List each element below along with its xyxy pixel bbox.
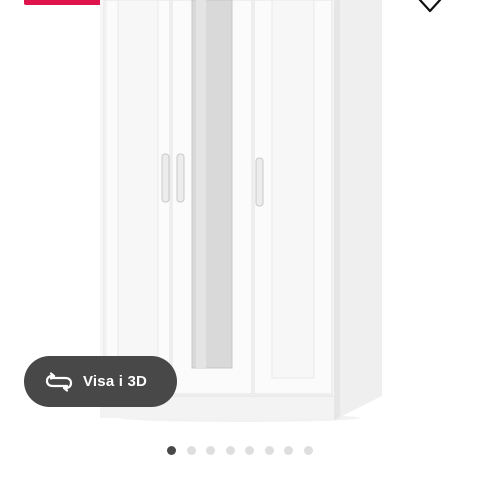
view-in-3d-label: Visa i 3D (83, 373, 148, 390)
carousel-pagination (167, 446, 313, 455)
heart-outline-icon (418, 0, 442, 13)
rotate-3d-icon (45, 371, 73, 393)
carousel-dot[interactable] (167, 446, 176, 455)
carousel-dot[interactable] (186, 446, 196, 455)
view-in-3d-button[interactable]: Visa i 3D (24, 356, 177, 407)
carousel-dot[interactable] (245, 446, 254, 455)
carousel-dot[interactable] (303, 446, 313, 455)
carousel-dot[interactable] (225, 446, 235, 455)
carousel-dot[interactable] (206, 446, 215, 455)
favourite-button[interactable] (412, 0, 448, 16)
carousel-dot[interactable] (284, 446, 293, 455)
carousel-dot[interactable] (264, 446, 274, 455)
